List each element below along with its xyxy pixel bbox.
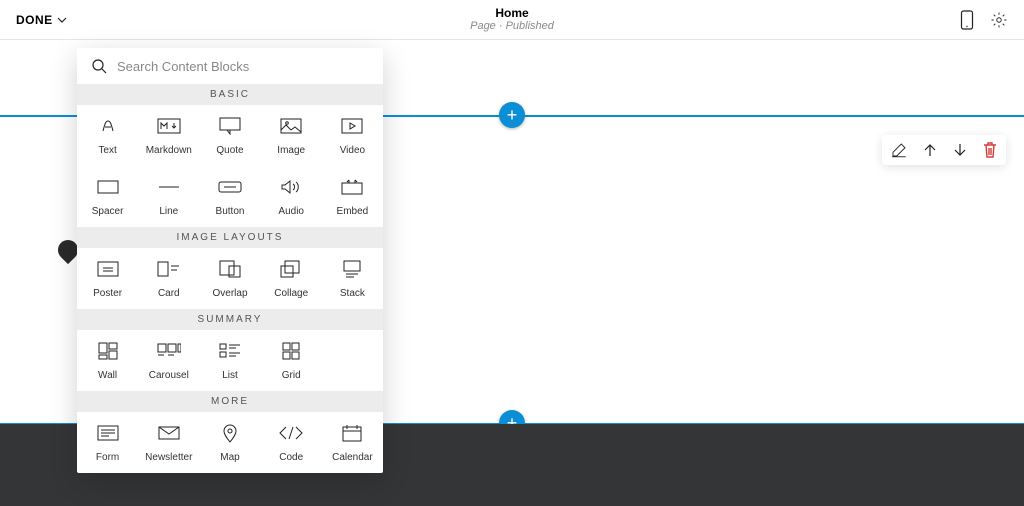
spacer-icon <box>97 176 119 198</box>
trash-icon[interactable] <box>982 141 998 159</box>
done-label: DONE <box>16 13 53 27</box>
section-header-image-layouts: IMAGE LAYOUTS <box>77 227 383 248</box>
block-markdown[interactable]: Markdown <box>138 105 199 166</box>
block-audio[interactable]: Audio <box>261 166 322 227</box>
block-newsletter[interactable]: Newsletter <box>138 412 199 473</box>
image-icon <box>280 115 302 137</box>
block-video[interactable]: Video <box>322 105 383 166</box>
markdown-icon <box>157 115 181 137</box>
block-grid[interactable]: Grid <box>261 330 322 391</box>
block-text[interactable]: Text <box>77 105 138 166</box>
block-quote[interactable]: Quote <box>199 105 260 166</box>
video-icon <box>341 115 363 137</box>
search-input[interactable] <box>117 59 369 74</box>
grid-more: Form Newsletter Map Code Calendar <box>77 412 383 473</box>
code-icon <box>279 422 303 444</box>
block-overlap[interactable]: Overlap <box>199 248 260 309</box>
gear-icon[interactable] <box>990 11 1008 29</box>
page-title-block: Home Page · Published <box>470 7 554 32</box>
block-carousel[interactable]: Carousel <box>138 330 199 391</box>
quote-icon <box>219 115 241 137</box>
block-line[interactable]: Line <box>138 166 199 227</box>
add-section-button[interactable]: + <box>499 102 525 128</box>
block-image[interactable]: Image <box>261 105 322 166</box>
audio-icon <box>280 176 302 198</box>
block-calendar[interactable]: Calendar <box>322 412 383 473</box>
block-stack[interactable]: Stack <box>322 248 383 309</box>
chevron-down-icon <box>57 15 67 25</box>
page-title: Home <box>470 7 554 20</box>
arrow-down-icon[interactable] <box>952 142 968 158</box>
block-map[interactable]: Map <box>199 412 260 473</box>
list-icon <box>219 340 241 362</box>
calendar-icon <box>342 422 362 444</box>
top-bar: DONE Home Page · Published <box>0 0 1024 40</box>
block-embed[interactable]: Embed <box>322 166 383 227</box>
form-icon <box>97 422 119 444</box>
search-icon <box>91 58 107 74</box>
poster-icon <box>97 258 119 280</box>
line-icon <box>158 176 180 198</box>
block-button[interactable]: Button <box>199 166 260 227</box>
block-form[interactable]: Form <box>77 412 138 473</box>
arrow-up-icon[interactable] <box>922 142 938 158</box>
wall-icon <box>98 340 118 362</box>
map-icon <box>222 422 238 444</box>
edit-icon[interactable] <box>890 141 908 159</box>
mobile-preview-icon[interactable] <box>960 10 974 30</box>
grid-image-layouts: Poster Card Overlap Collage Stack <box>77 248 383 309</box>
section-edit-toolbar <box>882 135 1006 165</box>
block-spacer[interactable]: Spacer <box>77 166 138 227</box>
grid-basic: Text Markdown Quote Image Video Spacer L… <box>77 105 383 227</box>
block-poster[interactable]: Poster <box>77 248 138 309</box>
embed-icon <box>341 176 363 198</box>
section-header-more: MORE <box>77 391 383 412</box>
block-wall[interactable]: Wall <box>77 330 138 391</box>
search-row <box>77 48 383 84</box>
block-list[interactable]: List <box>199 330 260 391</box>
content-block-picker: BASIC Text Markdown Quote Image Video Sp… <box>77 48 383 473</box>
grid-summary: Wall Carousel List Grid <box>77 330 383 391</box>
block-code[interactable]: Code <box>261 412 322 473</box>
collage-icon <box>280 258 302 280</box>
section-header-summary: SUMMARY <box>77 309 383 330</box>
overlap-icon <box>219 258 241 280</box>
carousel-icon <box>157 340 181 362</box>
card-icon <box>157 258 181 280</box>
grid-icon <box>282 340 300 362</box>
block-collage[interactable]: Collage <box>261 248 322 309</box>
text-icon <box>98 115 118 137</box>
newsletter-icon <box>158 422 180 444</box>
done-button[interactable]: DONE <box>16 13 67 27</box>
empty-cell <box>322 330 383 391</box>
page-subtitle: Page · Published <box>470 20 554 32</box>
stack-icon <box>341 258 363 280</box>
block-card[interactable]: Card <box>138 248 199 309</box>
section-header-basic: BASIC <box>77 84 383 105</box>
button-icon <box>218 176 242 198</box>
